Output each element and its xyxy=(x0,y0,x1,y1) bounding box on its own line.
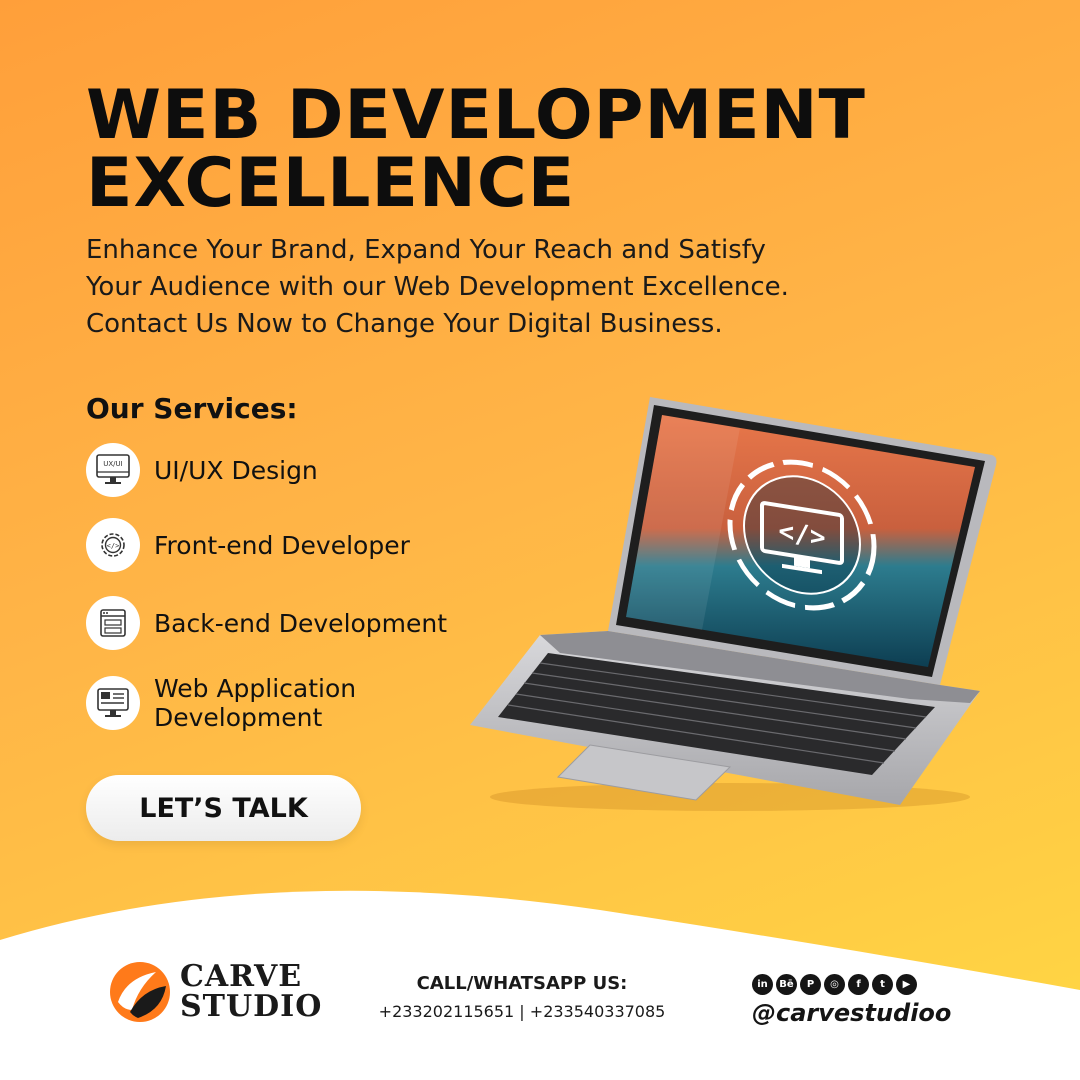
pinterest-icon[interactable]: P xyxy=(800,974,821,995)
twitter-icon[interactable]: t xyxy=(872,974,893,995)
subtext-line-1: Enhance Your Brand, Expand Your Reach an… xyxy=(86,235,766,265)
youtube-icon[interactable]: ▶ xyxy=(896,974,917,995)
behance-icon[interactable]: Bē xyxy=(776,974,797,995)
headline: WEB DEVELOPMENT EXCELLENCE xyxy=(86,82,986,218)
web-app-monitor-icon xyxy=(86,676,140,730)
gear-icon-text: </> xyxy=(107,542,120,550)
subtext: Enhance Your Brand, Expand Your Reach an… xyxy=(86,232,986,343)
service-label: UI/UX Design xyxy=(154,455,318,485)
facebook-icon[interactable]: f xyxy=(848,974,869,995)
linkedin-icon[interactable]: in xyxy=(752,974,773,995)
social-block: in Bē P ◎ f t ▶ @carvestudioo xyxy=(752,974,951,1027)
carve-logo-mark-icon xyxy=(110,962,170,1022)
lets-talk-button[interactable]: LET’S TALK xyxy=(86,775,361,841)
ui-ux-icon-text: UX/UI xyxy=(103,460,122,468)
subtext-line-2: Your Audience with our Web Development E… xyxy=(86,272,789,302)
services-title: Our Services: xyxy=(86,392,298,425)
logo-wordmark: CARVE STUDIO xyxy=(180,959,323,1024)
service-item-back-end: Back-end Development xyxy=(86,596,484,650)
contact-phones: +233202115651 | +233540337085 xyxy=(378,1002,666,1021)
gear-code-icon: </> xyxy=(86,518,140,572)
service-label: Back-end Development xyxy=(154,608,448,638)
social-icons: in Bē P ◎ f t ▶ xyxy=(752,974,951,995)
poster: WEB DEVELOPMENT EXCELLENCE Enhance Your … xyxy=(0,0,1080,1080)
contact-title: CALL/WHATSAPP US: xyxy=(416,973,628,994)
service-item-ui-ux: UX/UI UI/UX Design xyxy=(86,443,484,497)
service-label: Front-end Developer xyxy=(154,530,410,560)
laptop-illustration: </> xyxy=(470,397,997,811)
service-label: Web Application Development xyxy=(154,674,357,732)
service-item-web-app: Web Application Development xyxy=(86,674,484,732)
instagram-icon[interactable]: ◎ xyxy=(824,974,845,995)
headline-line-2: EXCELLENCE xyxy=(86,144,576,223)
contact-block: CALL/WHATSAPP US: +233202115651 | +23354… xyxy=(362,973,682,1021)
headline-line-1: WEB DEVELOPMENT xyxy=(86,76,866,155)
service-item-front-end: </> Front-end Developer xyxy=(86,518,484,572)
carve-studio-logo: CARVE STUDIO xyxy=(108,960,322,1024)
ui-ux-monitor-icon: UX/UI xyxy=(86,443,140,497)
server-browser-icon xyxy=(86,596,140,650)
subtext-line-3: Contact Us Now to Change Your Digital Bu… xyxy=(86,309,723,339)
social-handle[interactable]: @carvestudioo xyxy=(752,999,951,1027)
